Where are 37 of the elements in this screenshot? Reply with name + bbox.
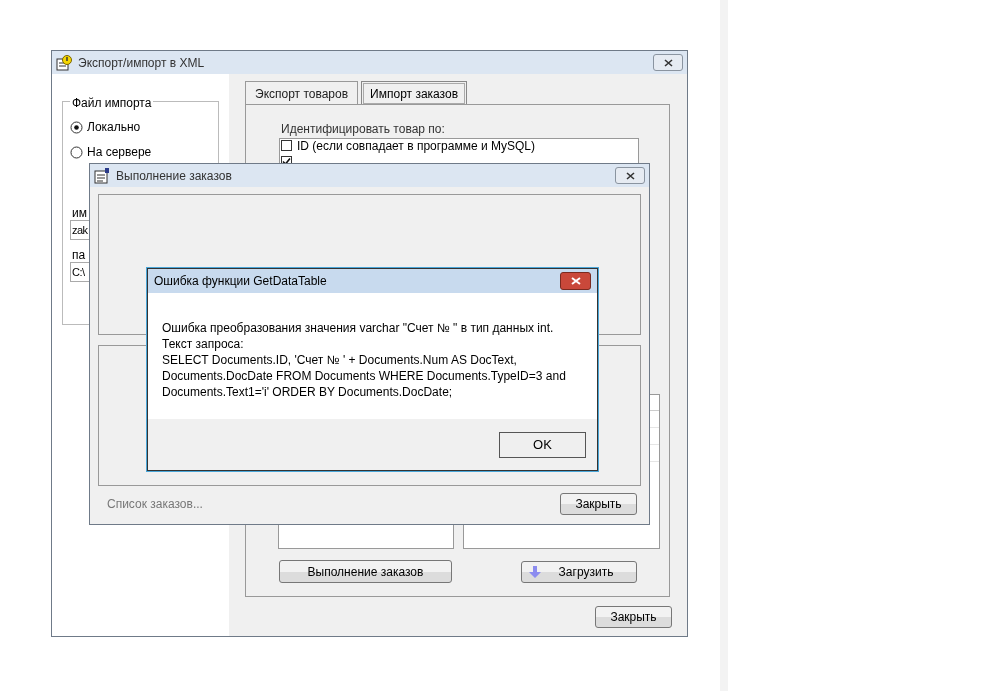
field-label: па — [72, 247, 86, 264]
down-arrow-icon — [528, 565, 542, 579]
radio-label: На сервере — [87, 144, 152, 161]
close-icon — [663, 58, 673, 67]
status-text: Список заказов... — [107, 496, 203, 513]
close-button[interactable] — [653, 54, 683, 71]
radio-button[interactable] — [70, 120, 83, 134]
ok-button[interactable]: OK — [499, 431, 586, 458]
window-icon — [94, 167, 110, 184]
error-message-line: SELECT Documents.ID, 'Счет № ' + Documents.Num AS DocText, — [162, 352, 518, 368]
close-button[interactable] — [615, 167, 645, 184]
tab[interactable]: Экспорт товаров — [245, 81, 359, 105]
error-message-line: Documents.DocDate FROM Documents WHERE Documents.TypeID=3 and — [162, 368, 567, 384]
window-title: Экспорт/импорт в XML — [78, 54, 205, 72]
window-title: Выполнение заказов — [116, 167, 232, 185]
name-field[interactable]: zak — [70, 220, 90, 240]
close-icon — [625, 171, 635, 180]
close-icon — [570, 277, 581, 285]
close-button[interactable]: Закрыть — [595, 606, 672, 628]
field-label: им — [72, 205, 87, 222]
app-icon — [56, 54, 72, 71]
error-message-line: Текст запроса: — [162, 336, 245, 352]
close-button[interactable]: Закрыть — [560, 493, 637, 515]
dialog-title: Ошибка функции GetDataTable — [154, 273, 327, 290]
close-button[interactable] — [560, 272, 591, 290]
checkbox[interactable] — [281, 140, 292, 151]
group-title: Файл импорта — [70, 94, 154, 112]
radio-button[interactable] — [70, 145, 83, 159]
checkbox-label: ID (если совпадает в программе и MySQL) — [297, 137, 535, 155]
radio-label: Локально — [87, 119, 141, 136]
load-button[interactable]: Загрузить — [521, 561, 637, 583]
tab[interactable]: Импорт заказов — [361, 81, 468, 106]
error-message-line: Documents.Text1='i' ORDER BY Documents.DocDate; — [162, 384, 454, 400]
folder-field[interactable]: C:\ — [70, 262, 90, 282]
error-message-line: Ошибка преобразования значения varchar "Счет № " в тип данных int. — [162, 320, 555, 336]
identify-label: Идентифицировать товар по: — [281, 121, 445, 138]
orders-button[interactable]: Выполнение заказов — [279, 560, 452, 583]
